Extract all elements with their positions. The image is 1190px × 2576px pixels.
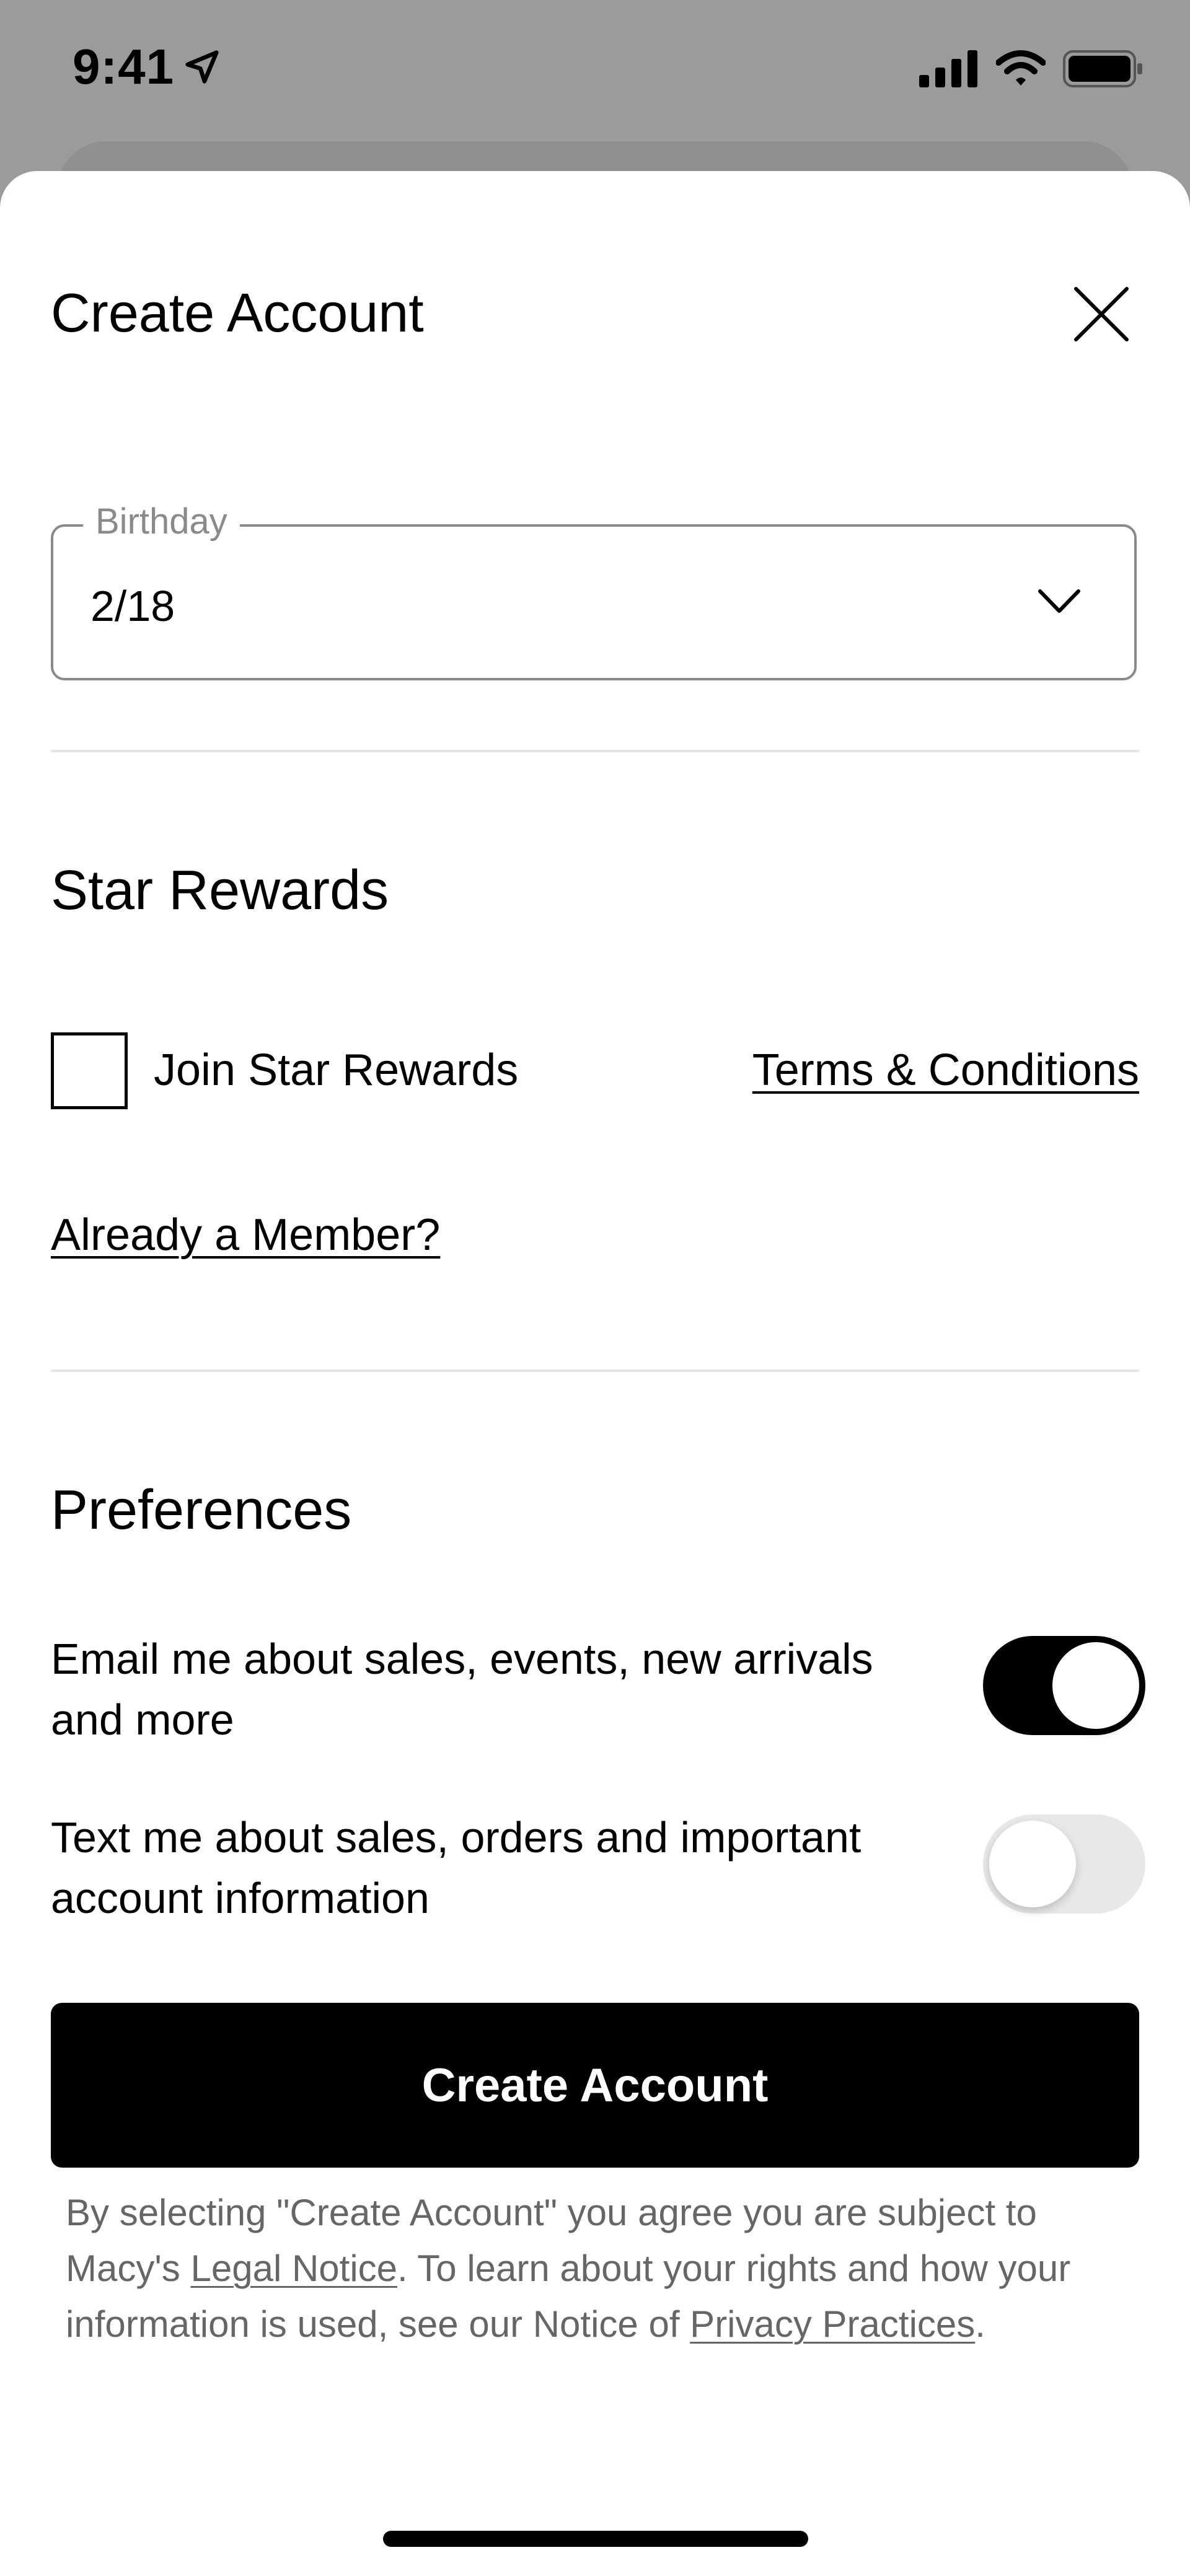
page-title: Create Account [51,282,424,343]
status-bar: 9:41 [0,0,1190,149]
location-arrow-icon [185,50,219,84]
preferences-title: Preferences [51,1479,352,1541]
star-rewards-title: Star Rewards [51,859,389,921]
terms-conditions-link[interactable]: Terms & Conditions [752,1045,1139,1096]
create-account-button[interactable]: Create Account [51,2003,1139,2168]
cellular-signal-icon [919,50,977,87]
email-preference-toggle[interactable] [983,1636,1145,1735]
close-icon[interactable] [1067,280,1135,348]
status-time-text: 9:41 [73,39,175,94]
text-preference-toggle[interactable] [983,1814,1145,1914]
divider [51,750,1139,752]
home-indicator [383,2531,808,2547]
chevron-down-icon [1038,589,1080,613]
status-time: 9:41 [73,38,221,95]
wifi-icon [996,50,1046,86]
status-icons [919,50,1144,88]
toggle-knob [989,1821,1076,1907]
legal-text: By selecting "Create Account" you agree … [66,2185,1138,2352]
toggle-knob [1052,1642,1139,1729]
birthday-select[interactable]: Birthday 2/18 [51,501,1137,680]
email-preference-text: Email me about sales, events, new arriva… [51,1635,873,1744]
legal-text-part: . [975,2303,985,2345]
text-preference-text: Text me about sales, orders and importan… [51,1813,862,1922]
create-account-sheet: Create Account Birthday 2/18 Star Reward… [0,171,1190,2576]
birthday-value: 2/18 [90,582,175,630]
already-member-link[interactable]: Already a Member? [51,1210,440,1260]
privacy-practices-link[interactable]: Privacy Practices [690,2303,975,2345]
join-star-rewards-checkbox[interactable] [51,1032,128,1109]
birthday-label: Birthday [83,501,240,542]
legal-notice-link[interactable]: Legal Notice [190,2248,397,2289]
battery-icon [1063,50,1142,87]
join-star-rewards-label: Join Star Rewards [154,1045,519,1095]
divider [51,1369,1139,1372]
